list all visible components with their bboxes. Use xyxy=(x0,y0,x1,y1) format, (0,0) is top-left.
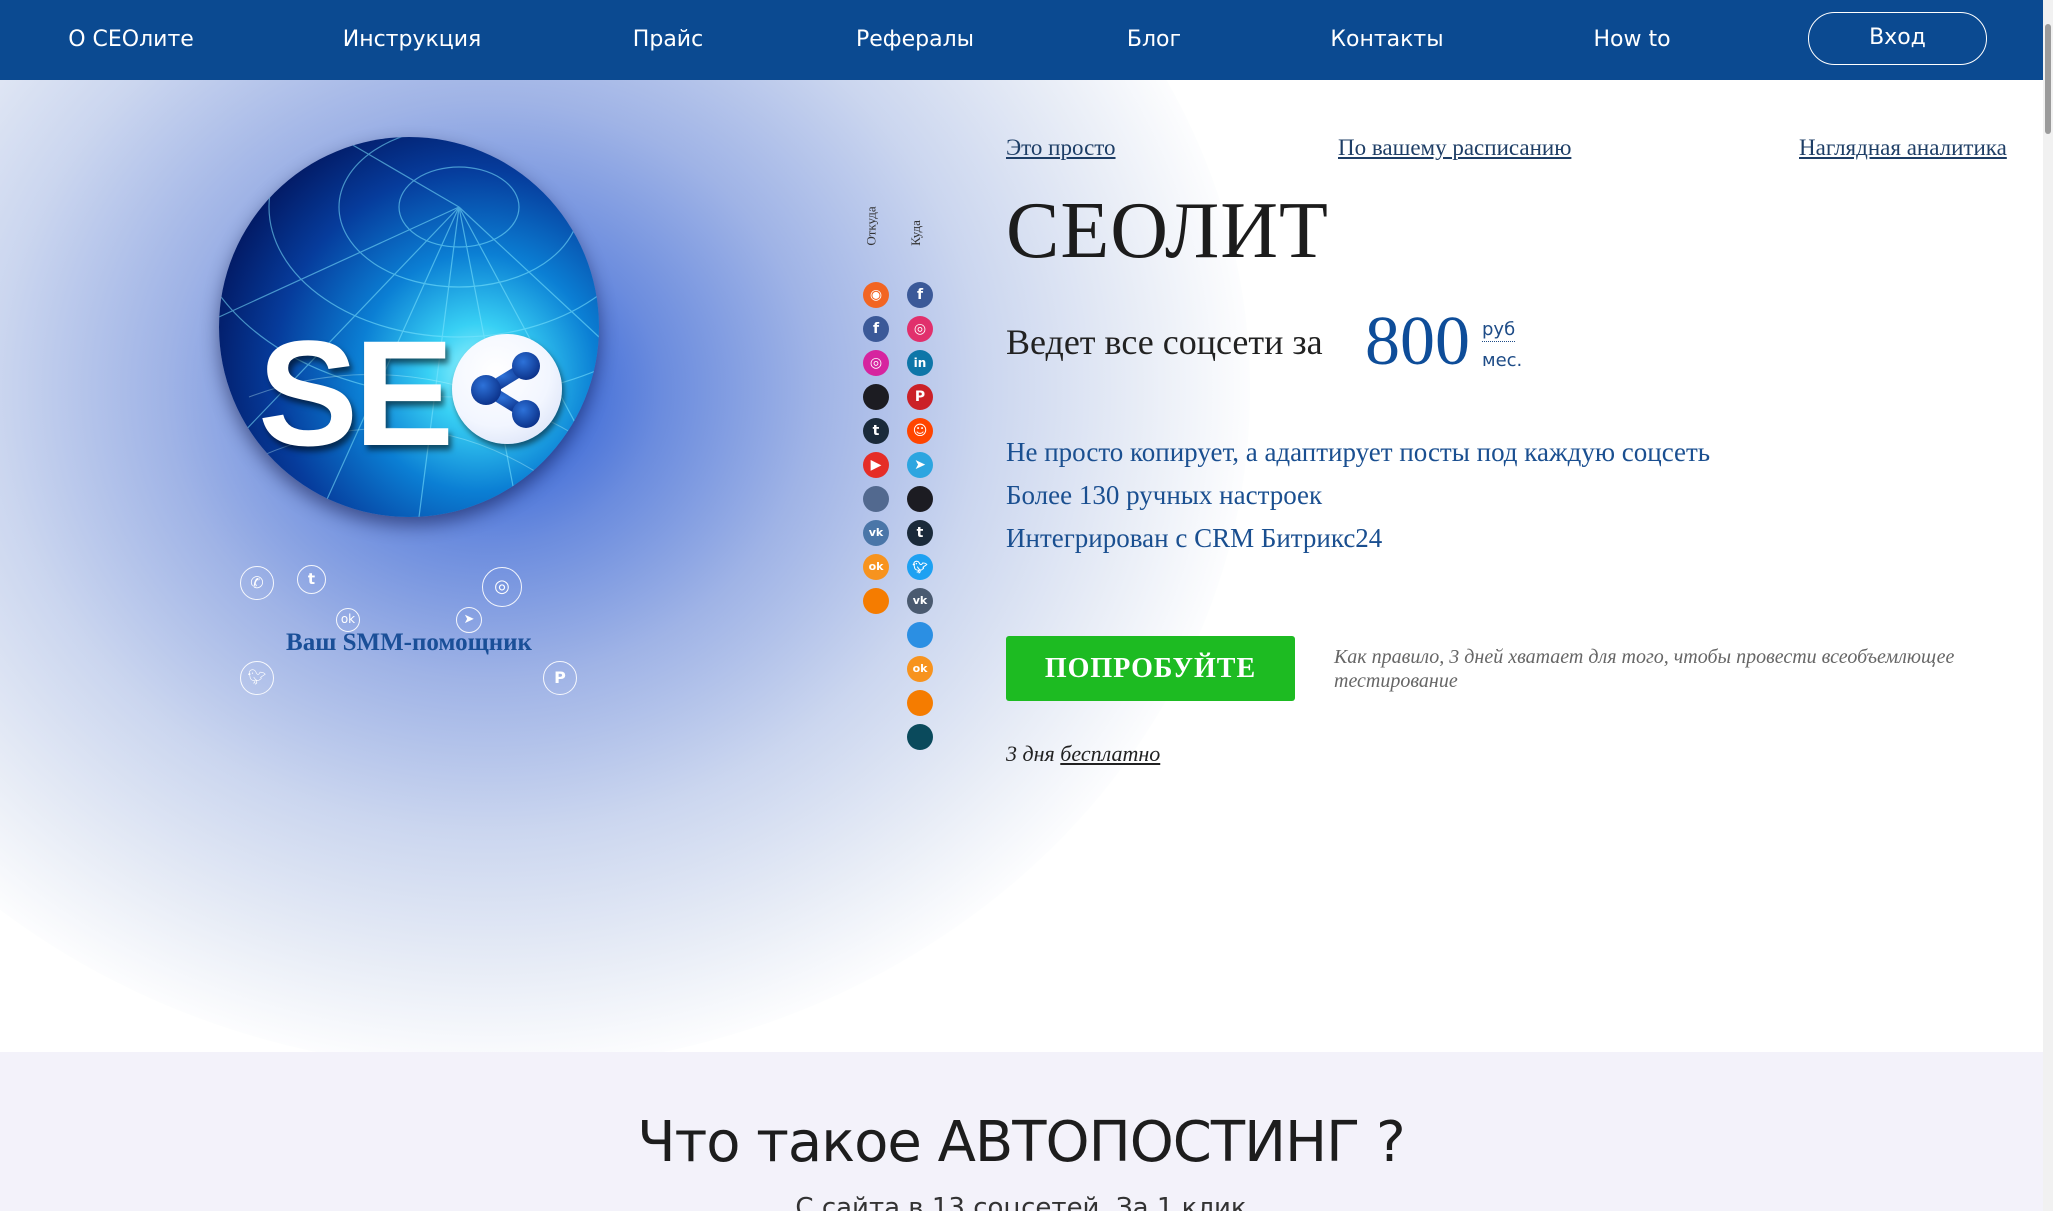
smm-caption: Ваш SMM-помощник xyxy=(286,629,532,656)
trial-text: 3 дня бесплатно xyxy=(1006,741,1160,767)
price-unit-period: мес. xyxy=(1482,350,1523,371)
from-youtube-icon[interactable]: ▶ xyxy=(863,452,889,478)
autoposting-subtitle: С сайта в 13 соцсетей. За 1 клик xyxy=(795,1193,1247,1211)
to-teal-circle-icon[interactable] xyxy=(907,724,933,750)
price-unit-currency[interactable]: руб xyxy=(1482,319,1516,342)
nav-item-contacts[interactable]: Контакты xyxy=(1330,0,1443,80)
nav-item-how-to[interactable]: How to xyxy=(1593,0,1670,80)
to-reddit-icon[interactable]: ☺ xyxy=(907,418,933,444)
price-value: 800 xyxy=(1365,303,1470,380)
to-tumblr-icon[interactable]: t xyxy=(907,520,933,546)
to-column-label: Куда xyxy=(907,220,923,246)
try-button[interactable]: ПОПРОБУЙТЕ xyxy=(1006,636,1295,701)
link-schedule[interactable]: По вашему расписанию xyxy=(1338,135,1571,161)
from-vk-icon[interactable]: vk xyxy=(863,520,889,546)
from-instagram-icon[interactable]: ◎ xyxy=(863,350,889,376)
free-trial-link[interactable]: бесплатно xyxy=(1060,741,1160,766)
page-title: СЕОЛИТ xyxy=(1006,187,1329,275)
link-easy[interactable]: Это просто xyxy=(1006,135,1116,161)
try-note: Как правило, 3 дней хватает для того, чт… xyxy=(1334,646,1955,692)
from-slate-circle-icon[interactable] xyxy=(863,486,889,512)
from-dark-circle-icon[interactable] xyxy=(863,384,889,410)
nav-item-pricing[interactable]: Прайс xyxy=(633,0,703,80)
nav-item-about[interactable]: О СЕОлите xyxy=(68,0,194,80)
to-dark-circle-icon[interactable] xyxy=(907,486,933,512)
to-orange-circle-icon[interactable] xyxy=(907,690,933,716)
seo-logo-text: SE xyxy=(258,309,454,477)
to-pinterest-icon[interactable]: P xyxy=(907,384,933,410)
pinterest-icon: P xyxy=(543,661,577,695)
to-vk-icon[interactable]: vk xyxy=(907,588,933,614)
from-column-label: Откуда xyxy=(863,206,879,246)
to-facebook-icon[interactable]: f xyxy=(907,282,933,308)
login-button[interactable]: Вход xyxy=(1808,12,1987,65)
twitter-icon: 🐦︎ xyxy=(240,661,274,695)
to-linkedin-icon[interactable]: in xyxy=(907,350,933,376)
to-instagram-icon[interactable]: ◎ xyxy=(907,316,933,342)
to-twitter-icon[interactable]: 🐦︎ xyxy=(907,554,933,580)
tagline: Ведет все соцсети за xyxy=(1006,322,1323,362)
from-tumblr-icon[interactable]: t xyxy=(863,418,889,444)
scrollbar-thumb[interactable] xyxy=(2045,24,2051,134)
feature-crm: Интегрирован с CRM Битрикс24 xyxy=(1006,523,1383,553)
from-odnoklassniki-icon[interactable]: ok xyxy=(863,554,889,580)
page-scrollbar[interactable] xyxy=(2043,0,2053,1211)
trial-prefix: 3 дня xyxy=(1006,741,1055,766)
feature-adapt: Не просто копирует, а адаптирует посты п… xyxy=(1006,437,1711,467)
nav-item-instructions[interactable]: Инструкция xyxy=(343,0,482,80)
share-icon xyxy=(452,334,562,444)
to-telegram-icon[interactable]: ➤ xyxy=(907,452,933,478)
nav-item-referrals[interactable]: Рефералы xyxy=(856,0,974,80)
viber-icon: ✆ xyxy=(240,566,274,600)
to-blue-circle-icon[interactable] xyxy=(907,622,933,648)
to-odnoklassniki-icon[interactable]: ok xyxy=(907,656,933,682)
link-analytics[interactable]: Наглядная аналитика xyxy=(1799,135,2007,161)
from-rss-icon[interactable]: ◉ xyxy=(863,282,889,308)
top-nav: О СЕОлите Инструкция Прайс Рефералы Блог… xyxy=(0,0,2043,80)
feature-settings: Более 130 ручных настроек xyxy=(1006,480,1323,510)
nav-item-blog[interactable]: Блог xyxy=(1127,0,1181,80)
autoposting-title: Что такое АВТОПОСТИНГ ? xyxy=(637,1110,1406,1175)
tumblr-icon: t xyxy=(297,565,326,594)
from-facebook-icon[interactable]: f xyxy=(863,316,889,342)
instagram-icon: ◎ xyxy=(482,567,522,607)
from-orange-circle-icon[interactable] xyxy=(863,588,889,614)
